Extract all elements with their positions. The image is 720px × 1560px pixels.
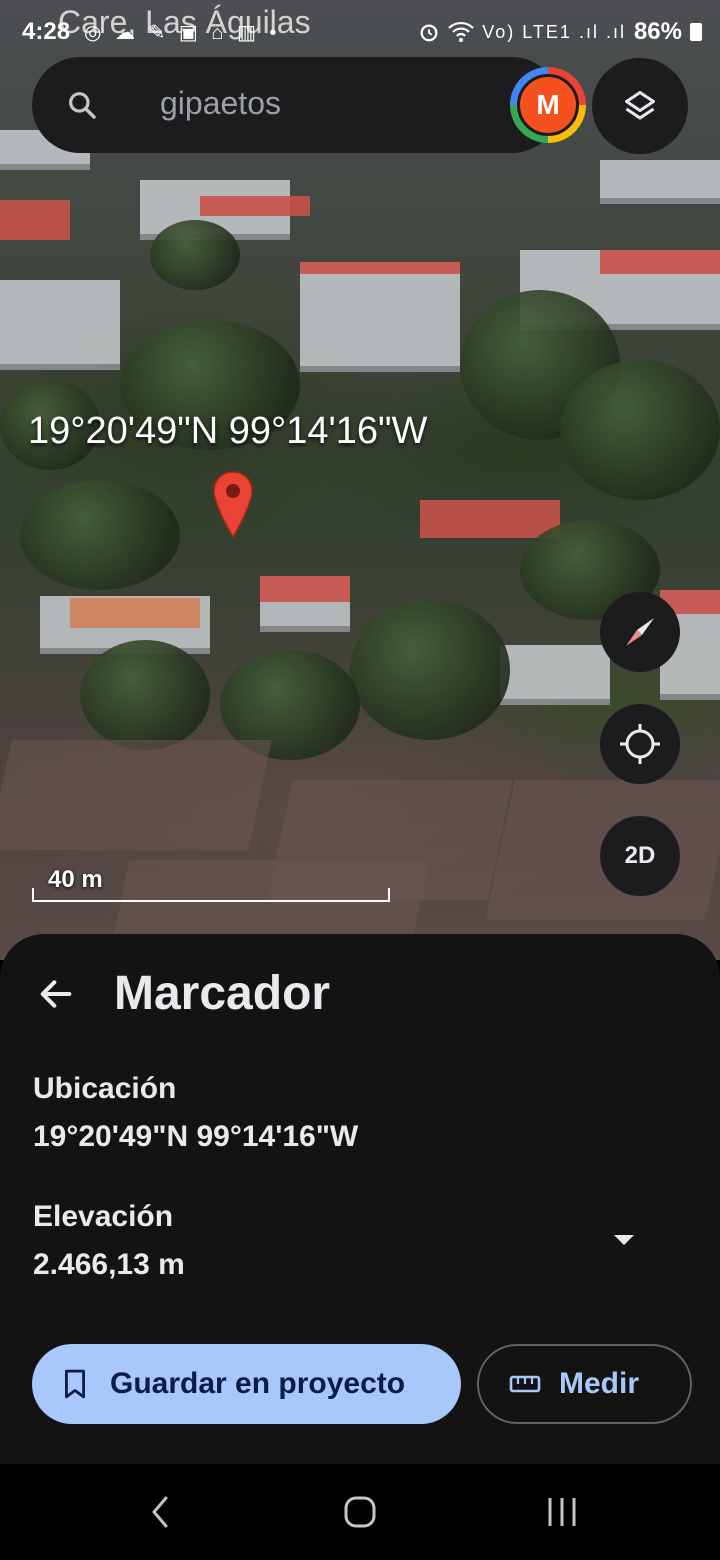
map-roof	[420, 500, 560, 538]
map-roof	[70, 598, 200, 628]
map-building	[0, 280, 120, 370]
map-roof	[0, 200, 70, 240]
marker-sheet: Marcador Ubicación 19°20'49"N 99°14'16"W…	[0, 934, 720, 1464]
status-time: 4:28	[22, 18, 71, 45]
location-pin-icon[interactable]	[212, 470, 254, 540]
system-nav-bar	[0, 1464, 720, 1560]
chevron-down-icon[interactable]	[610, 1230, 638, 1250]
map-tree	[20, 480, 180, 590]
search-bar[interactable]: gipaetos M	[32, 57, 586, 153]
back-arrow-icon[interactable]	[36, 974, 76, 1014]
avatar-letter: M	[517, 74, 579, 136]
map-building	[600, 160, 720, 204]
view-mode-2d-button[interactable]: 2D	[600, 816, 680, 896]
search-input[interactable]: gipaetos	[160, 85, 281, 122]
scale-bar	[32, 888, 390, 902]
measure-button-label: Medir	[559, 1367, 640, 1400]
compass-icon	[626, 618, 654, 646]
save-button-label: Guardar en proyecto	[110, 1367, 406, 1400]
search-icon[interactable]	[66, 89, 98, 121]
elevation-label: Elevación	[33, 1200, 174, 1233]
view-mode-label: 2D	[624, 842, 656, 869]
status-right: Vo) LTE1 .ıl .ıl 86%	[418, 18, 702, 46]
measure-button[interactable]: Medir	[477, 1344, 692, 1424]
map-roof	[200, 196, 310, 216]
compass-button[interactable]	[600, 592, 680, 672]
elevation-value: 2.466,13 m	[33, 1248, 185, 1281]
notification-icons: ◎ ☁ ✎ ▣ ⌂ ▥ •	[84, 22, 281, 44]
my-location-button[interactable]	[600, 704, 680, 784]
avatar[interactable]: M	[510, 67, 586, 143]
bookmark-icon	[65, 1369, 85, 1399]
map-roof	[260, 576, 350, 602]
save-to-project-button[interactable]: Guardar en proyecto	[32, 1344, 461, 1424]
location-label: Ubicación	[33, 1072, 177, 1105]
map-tree	[150, 220, 240, 290]
layers-icon	[625, 91, 655, 120]
layers-button[interactable]	[592, 58, 688, 154]
nav-home-icon[interactable]	[338, 1490, 382, 1534]
ruler-icon	[509, 1375, 541, 1393]
my-location-icon	[620, 724, 660, 764]
map-roof	[300, 262, 460, 274]
location-value: 19°20'49"N 99°14'16"W	[33, 1120, 359, 1153]
map-scale: 40 m	[32, 864, 390, 902]
nav-recents-icon[interactable]	[540, 1490, 584, 1534]
map-tree	[560, 360, 720, 500]
map-tree	[350, 600, 510, 740]
sheet-title: Marcador	[114, 967, 331, 1020]
alarm-icon	[420, 24, 438, 42]
map-building	[300, 262, 460, 372]
status-bar: Care, Las Águilas 4:28 ◎ ☁ ✎ ▣ ⌂ ▥ • Vo)…	[0, 0, 720, 64]
map-tree	[80, 640, 210, 750]
wifi-icon	[448, 21, 475, 42]
network-status: Vo) LTE1 .ıl .ıl	[482, 21, 626, 42]
map-roof	[600, 250, 720, 274]
map-terrain	[0, 740, 272, 850]
battery-icon	[690, 23, 702, 41]
map-coordinates-label: 19°20'49"N 99°14'16"W	[28, 410, 428, 452]
map-building	[500, 645, 610, 705]
nav-back-icon[interactable]	[138, 1490, 182, 1534]
battery-percent: 86%	[633, 18, 682, 45]
